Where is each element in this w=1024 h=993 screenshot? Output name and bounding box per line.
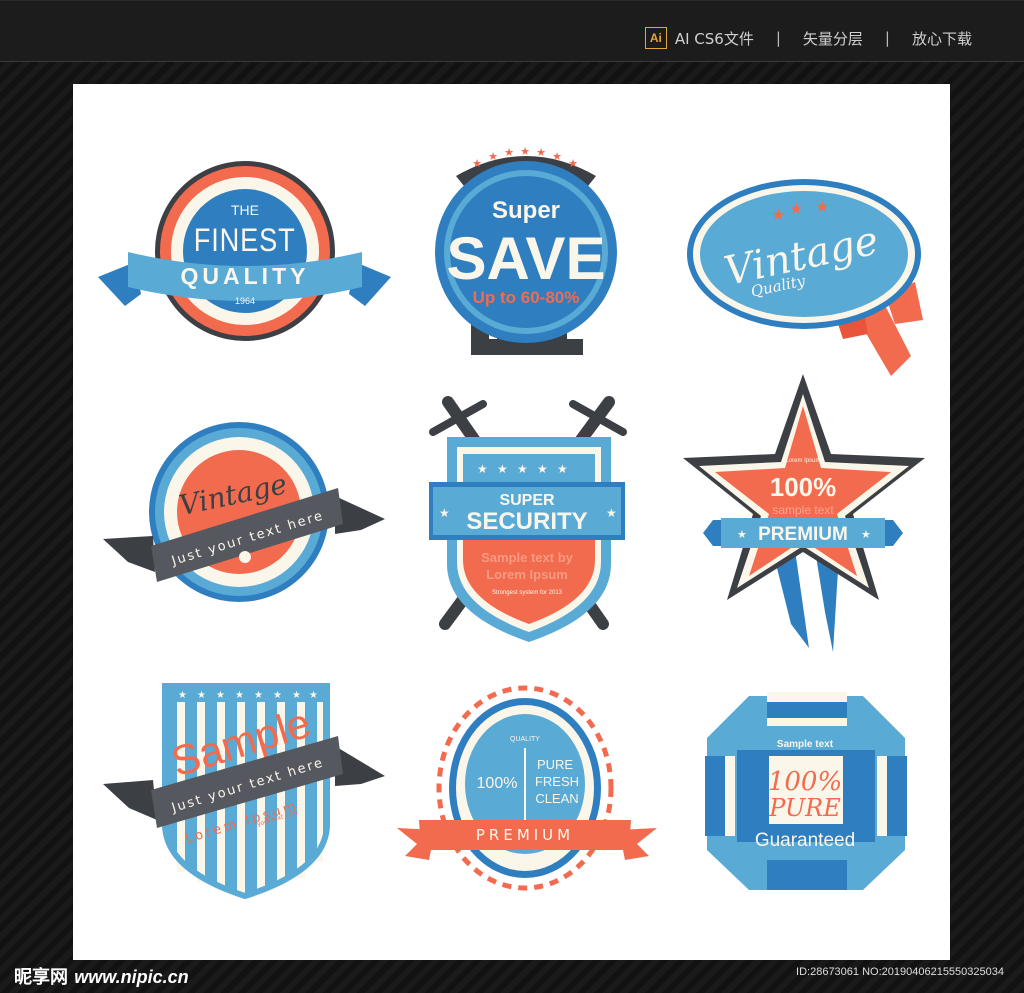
svg-text:★: ★ [861,528,871,541]
pure-ribbon-text: PREMIUM [476,826,574,844]
finest-ribbon-text: QUALITY [181,263,310,289]
svg-text:★: ★ [216,690,225,701]
site-url[interactable]: www.nipic.cn [74,967,188,987]
svg-text:★: ★ [488,150,498,163]
pure-word: PURE [537,757,573,772]
svg-text:★: ★ [606,506,617,520]
save-line1: Super [492,197,560,224]
svg-text:★: ★ [309,690,318,701]
svg-text:★: ★ [472,157,482,170]
finest-line1: THE [231,202,259,218]
svg-text:★: ★ [557,462,568,476]
security-line1: SUPER [499,492,555,509]
svg-text:★: ★ [568,157,578,170]
security-sample1: Sample text by [481,550,574,565]
finest-line2: FINEST [194,223,296,259]
security-sample2: Lorem Ipsum [486,567,568,582]
save-line2: SAVE [447,225,606,292]
svg-text:★: ★ [197,690,206,701]
svg-text:★: ★ [771,205,785,224]
separator: | [884,29,890,47]
svg-text:★: ★ [477,462,488,476]
sample-shield-badge: ★ ★ ★ ★ ★ ★ ★ ★ Sample Just your text here Lor… [103,683,385,900]
finest-year: 1964 [235,296,255,306]
security-tiny: Strongest system for 2013 [492,590,563,596]
super-security-badge: ★ ★ ★ ★ ★ ★ ★ SUPER SECURITY Sample text by… [429,396,627,642]
illustrator-icon: Ai [644,27,667,49]
svg-text:★: ★ [254,690,263,701]
header-info: Ai AI CS6文件 | 矢量分层 | 放心下载 [644,27,972,49]
svg-text:★: ★ [517,462,528,476]
octagon-pure: PURE [768,794,841,822]
svg-text:★: ★ [178,690,187,701]
star-big: 100% [770,472,837,502]
image-id: ID:28673061 NO:20190406215550325034 [796,966,1004,978]
star-sample: sample text [772,503,834,517]
save-line3: Up to 60-80% [473,288,580,307]
svg-text:★: ★ [504,146,514,159]
site-name: 昵享网 [14,967,68,988]
svg-text:★: ★ [273,690,282,701]
star-tiny: Lorem Ipsum [785,458,820,464]
svg-text:★: ★ [235,690,244,701]
security-line2: SECURITY [466,508,587,535]
pure-pct: 100% [477,775,518,792]
octagon-guaranteed: Guaranteed [755,830,855,851]
top-bar: Ai AI CS6文件 | 矢量分层 | 放心下载 [0,0,1024,62]
vector-label: 矢量分层 [802,29,863,48]
svg-text:★: ★ [737,528,747,541]
site-watermark: 昵享网 www.nipic.cn [14,963,189,989]
format-label: AI CS6文件 [674,29,754,48]
svg-text:★: ★ [537,462,548,476]
svg-text:★: ★ [536,146,546,159]
badge-illustrations: THE FINEST QUALITY 1964 ★ ★ ★ ★ ★ ★ ★ Super S… [98,145,925,900]
fresh-word: FRESH [535,774,579,789]
svg-text:★: ★ [815,197,829,216]
clean-word: CLEAN [535,791,578,806]
pure-premium-badge: QUALITY 100% PURE FRESH CLEAN PREMIUM [397,685,657,891]
svg-text:★: ★ [789,199,803,218]
vintage-oval-badge: ★ ★ ★ Vintage Quality [687,179,923,376]
download-label: 放心下载 [911,29,972,48]
star-premium-badge: ★ ★ Lorem Ipsum 100% sample text PREMIUM [683,374,925,652]
guaranteed-badge: Sample text 100% PURE Guaranteed [705,692,907,890]
svg-text:★: ★ [520,145,530,158]
vintage-circle-badge: Vintage Just your text here [103,422,385,602]
svg-text:★: ★ [497,462,508,476]
super-save-badge: ★ ★ ★ ★ ★ ★ ★ Super SAVE Up to 60-80% [435,145,617,355]
octagon-pct: 100% [768,767,842,797]
octagon-sample: Sample text [777,739,834,750]
pure-quality: QUALITY [510,736,540,743]
svg-text:★: ★ [552,150,562,163]
svg-text:★: ★ [439,506,450,520]
star-ribbon-text: PREMIUM [758,524,848,545]
finest-quality-badge: THE FINEST QUALITY 1964 [98,161,391,341]
artboard: THE FINEST QUALITY 1964 ★ ★ ★ ★ ★ ★ ★ Super S… [73,84,950,960]
separator: | [775,29,781,47]
